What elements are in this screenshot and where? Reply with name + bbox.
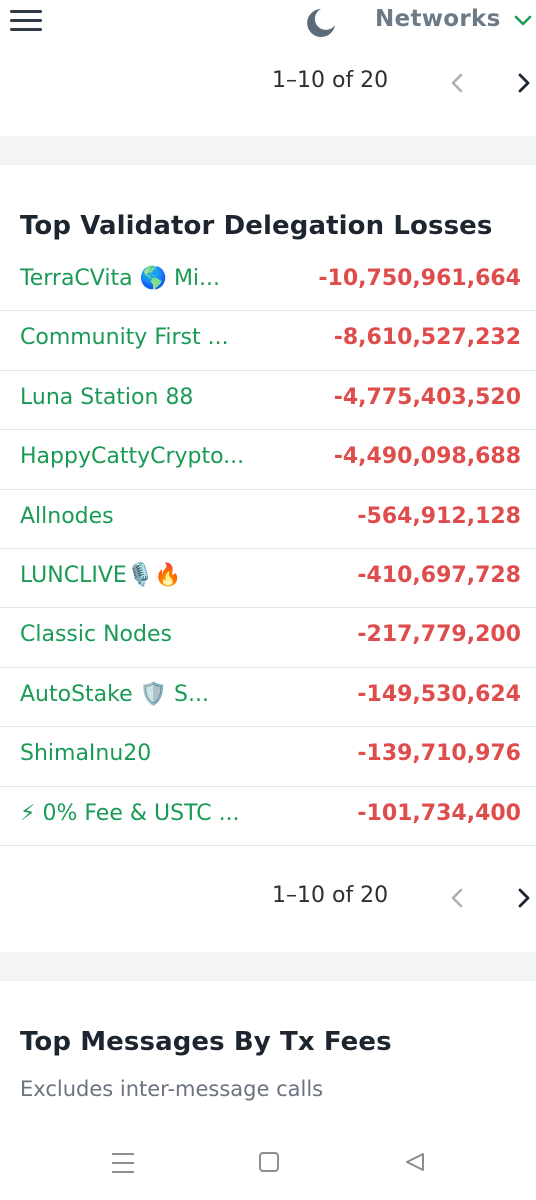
loss-value: -139,710,976 [357, 741, 521, 767]
validator-name[interactable]: LUNCLIVE🎙️🔥 [20, 563, 182, 588]
list-item[interactable]: HappyCattyCrypto... -4,490,098,688 [0, 430, 536, 490]
loss-value: -4,775,403,520 [333, 384, 521, 410]
list-item[interactable]: ShimaInu20 -139,710,976 [0, 727, 536, 787]
top-pagination: 1–10 of 20 [0, 60, 536, 104]
chevron-left-icon[interactable] [448, 887, 466, 909]
loss-value: -4,490,098,688 [333, 444, 521, 470]
list-item[interactable]: TerraCVita 🌎 Mi... -10,750,961,664 [0, 252, 536, 312]
loss-value: -564,912,128 [357, 503, 521, 529]
validator-name[interactable]: Allnodes [20, 504, 114, 529]
chevron-down-icon[interactable] [514, 14, 532, 28]
list-item[interactable]: Luna Station 88 -4,775,403,520 [0, 371, 536, 431]
list-item[interactable]: LUNCLIVE🎙️🔥 -410,697,728 [0, 549, 536, 609]
loss-value: -101,734,400 [357, 800, 521, 826]
loss-value: -8,610,527,232 [333, 325, 521, 351]
list-item[interactable]: AutoStake 🛡️ S... -149,530,624 [0, 668, 536, 728]
networks-dropdown-label[interactable]: Networks [375, 6, 501, 32]
chevron-right-icon[interactable] [515, 887, 533, 909]
list-item[interactable]: Classic Nodes -217,779,200 [0, 608, 536, 668]
validator-name[interactable]: HappyCattyCrypto... [20, 444, 244, 469]
validator-name[interactable]: ShimaInu20 [20, 741, 151, 766]
loss-value: -410,697,728 [357, 562, 521, 588]
section-subtitle: Excludes inter-message calls [20, 1077, 324, 1101]
messages-card: Top Messages By Tx Fees Excludes inter-m… [0, 981, 536, 1127]
previous-table-card: 1–10 of 20 [0, 48, 536, 136]
moon-icon[interactable] [304, 6, 338, 40]
hamburger-menu-icon[interactable] [10, 10, 42, 36]
top-app-bar: Networks [0, 0, 536, 48]
loss-value: -10,750,961,664 [318, 266, 521, 291]
validator-name[interactable]: ⚡ 0% Fee & USTC ... [20, 801, 240, 826]
home-icon[interactable] [259, 1152, 279, 1172]
section-title: Top Messages By Tx Fees [20, 1027, 392, 1057]
losses-list: TerraCVita 🌎 Mi... -10,750,961,664 Commu… [0, 252, 536, 846]
loss-value: -217,779,200 [357, 622, 521, 648]
chevron-right-icon[interactable] [515, 72, 533, 94]
list-item[interactable]: ⚡ 0% Fee & USTC ... -101,734,400 [0, 787, 536, 846]
losses-pagination: 1–10 of 20 [0, 875, 536, 919]
back-icon[interactable] [404, 1151, 426, 1173]
validator-name[interactable]: Classic Nodes [20, 622, 172, 647]
recent-apps-icon[interactable] [112, 1153, 134, 1173]
system-navigation-bar [0, 1127, 536, 1200]
list-item[interactable]: Allnodes -564,912,128 [0, 490, 536, 549]
pagination-label: 1–10 of 20 [272, 68, 389, 93]
pagination-label: 1–10 of 20 [272, 883, 389, 908]
list-item[interactable]: Community First ... -8,610,527,232 [0, 311, 536, 371]
validator-name[interactable]: Luna Station 88 [20, 385, 193, 410]
loss-value: -149,530,624 [357, 681, 521, 707]
validator-name[interactable]: AutoStake 🛡️ S... [20, 682, 209, 707]
delegation-losses-card: Top Validator Delegation Losses TerraCVi… [0, 165, 536, 952]
chevron-left-icon[interactable] [448, 72, 466, 94]
validator-name[interactable]: TerraCVita 🌎 Mi... [20, 266, 220, 291]
section-title: Top Validator Delegation Losses [20, 211, 493, 241]
validator-name[interactable]: Community First ... [20, 325, 229, 350]
